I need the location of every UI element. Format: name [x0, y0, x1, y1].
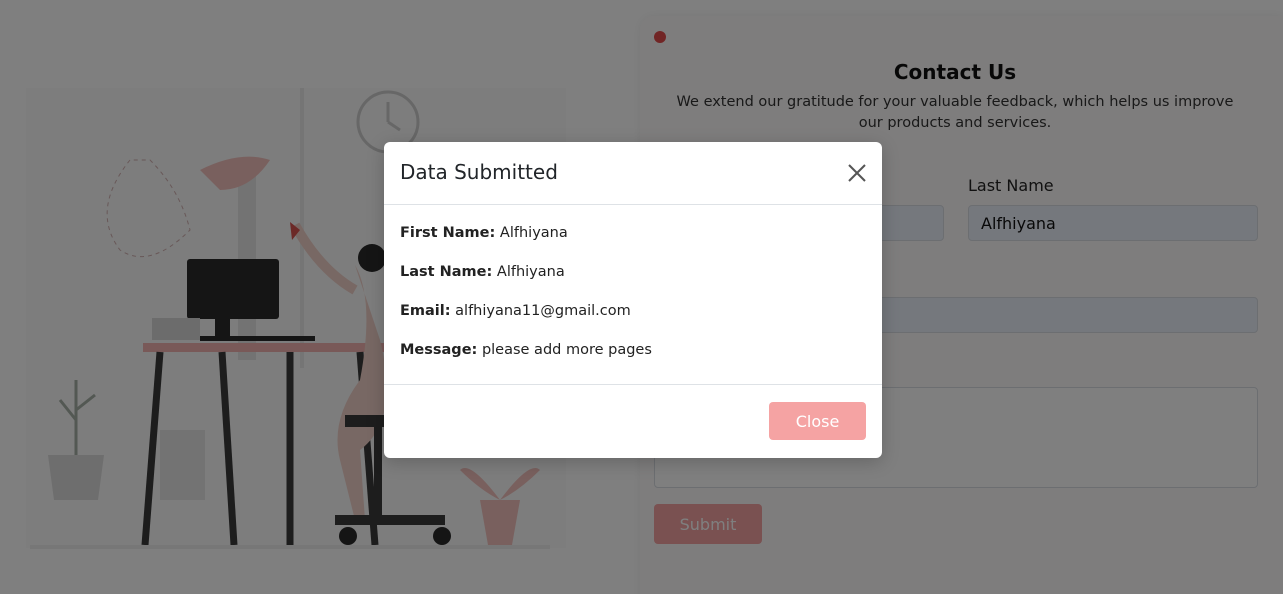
- modal-footer: Close: [384, 385, 882, 457]
- message-key: Message:: [400, 342, 478, 358]
- last-name-key: Last Name:: [400, 264, 493, 280]
- modal-header: Data Submitted: [384, 142, 882, 205]
- modal-title: Data Submitted: [400, 160, 558, 184]
- close-button[interactable]: Close: [769, 402, 866, 440]
- message-row: Message: please add more pages: [400, 340, 866, 377]
- last-name-row: Last Name: Alfhiyana: [400, 262, 866, 299]
- email-value: alfhiyana11@gmail.com: [455, 303, 631, 319]
- email-row: Email: alfhiyana11@gmail.com: [400, 301, 866, 338]
- first-name-row: First Name: Alfhiyana: [400, 223, 866, 260]
- message-value: please add more pages: [481, 342, 652, 358]
- data-submitted-modal: Data Submitted First Name: Alfhiyana Las…: [384, 142, 882, 458]
- first-name-key: First Name:: [400, 225, 496, 241]
- first-name-value: Alfhiyana: [499, 225, 568, 241]
- close-icon[interactable]: [846, 162, 868, 184]
- modal-body: First Name: Alfhiyana Last Name: Alfhiya…: [384, 205, 882, 385]
- last-name-value: Alfhiyana: [496, 264, 565, 280]
- email-key: Email:: [400, 303, 451, 319]
